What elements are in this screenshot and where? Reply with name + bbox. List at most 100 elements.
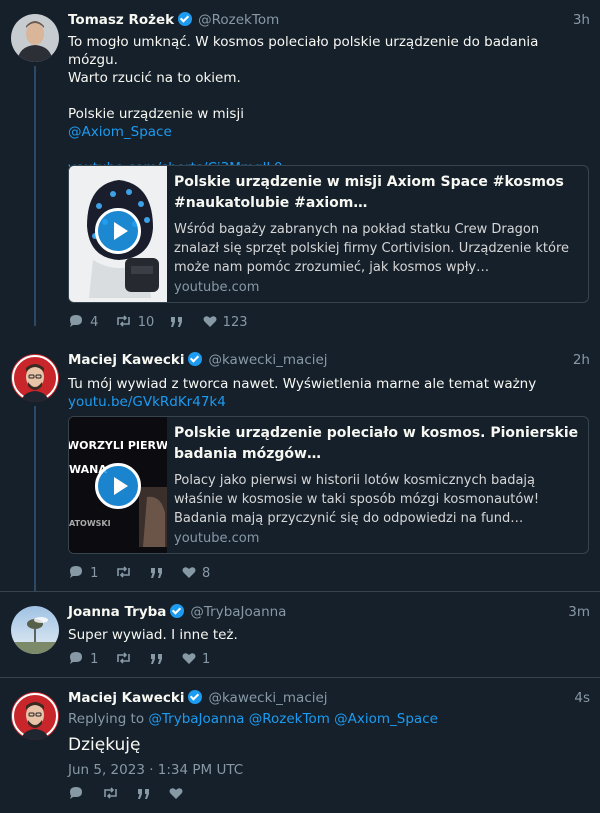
retweet-button[interactable]: 10 xyxy=(115,314,155,330)
retweet-button[interactable] xyxy=(115,651,134,667)
like-count: 1 xyxy=(201,652,211,667)
quote-icon xyxy=(171,317,183,327)
thumbnail-text: WORZYLI PIERWSZA xyxy=(69,439,167,452)
retweet-icon xyxy=(116,566,130,578)
verified-badge-icon xyxy=(178,12,193,26)
username[interactable]: @kawecki_maciej xyxy=(208,352,327,368)
reply-mention[interactable]: @Axiom_Space xyxy=(334,711,438,727)
avatar[interactable] xyxy=(11,14,59,62)
link-card[interactable]: WORZYLI PIERWSZA WANA ATOWSKI Polskie ur… xyxy=(68,416,589,554)
replying-label: Replying to xyxy=(68,711,145,727)
card-description: Wśród bagaży zabranych na pokład statku … xyxy=(174,222,570,275)
quote-button[interactable] xyxy=(150,652,166,667)
reply-button[interactable] xyxy=(68,786,86,802)
reply-icon xyxy=(70,315,82,327)
quote-icon xyxy=(150,568,162,578)
tweet-time[interactable]: 3m xyxy=(568,602,590,622)
username[interactable]: @RozekTom xyxy=(198,12,279,28)
quote-icon xyxy=(138,789,150,799)
tweet-text-line: Super wywiad. I inne też. xyxy=(68,627,238,643)
card-thumbnail: WORZYLI PIERWSZA WANA ATOWSKI xyxy=(69,417,167,553)
thread-line xyxy=(34,406,36,591)
avatar[interactable] xyxy=(11,354,59,402)
retweet-icon xyxy=(116,315,130,327)
tweet-header: Maciej Kawecki @kawecki_maciej 4s xyxy=(68,688,590,708)
tweet-header: Joanna Tryba @TrybaJoanna 3m xyxy=(68,602,590,622)
heart-icon xyxy=(182,567,196,578)
fullname[interactable]: Maciej Kawecki xyxy=(68,352,184,368)
reply-button[interactable]: 1 xyxy=(68,651,98,667)
retweet-button[interactable] xyxy=(115,565,134,581)
like-count: 123 xyxy=(222,315,248,330)
tweet-2[interactable]: Maciej Kawecki @kawecki_maciej 2h Tu mój … xyxy=(0,340,600,591)
fullname[interactable]: Maciej Kawecki xyxy=(68,690,184,706)
quote-button[interactable] xyxy=(170,315,186,330)
like-button[interactable]: 123 xyxy=(203,315,248,330)
thread-line xyxy=(34,66,36,326)
play-icon[interactable] xyxy=(95,208,141,254)
heart-icon xyxy=(169,788,183,799)
retweet-count: 10 xyxy=(137,315,155,330)
card-thumbnail xyxy=(69,166,167,302)
tweet-1[interactable]: Tomasz Rożek @RozekTom 3h To mogło umknąć… xyxy=(0,0,600,340)
heart-icon xyxy=(203,316,217,327)
tweet-3[interactable]: Joanna Tryba @TrybaJoanna 3m Super wywiad… xyxy=(0,592,600,677)
tweet-time[interactable]: 2h xyxy=(573,350,590,370)
avatar[interactable] xyxy=(11,606,59,654)
card-description: Polacy jako pierwsi w historii lotów kos… xyxy=(174,473,540,526)
fullname[interactable]: Tomasz Rożek xyxy=(68,12,174,28)
tweet-time[interactable]: 3h xyxy=(573,10,590,30)
quote-button[interactable] xyxy=(150,566,166,581)
quote-icon xyxy=(150,654,162,664)
tweet-text: To mogło umknąć. W kosmos poleciało pols… xyxy=(68,33,590,177)
tweet-text-line: Warto rzucić na to okiem. xyxy=(68,70,241,86)
link-card[interactable]: Polskie urządzenie w misji Axiom Space #… xyxy=(68,165,589,303)
card-domain: youtube.com xyxy=(174,531,260,546)
retweet-icon xyxy=(116,652,130,664)
reply-icon xyxy=(70,787,82,799)
tweet-4[interactable]: Maciej Kawecki @kawecki_maciej 4s Replyin… xyxy=(0,678,600,813)
like-button[interactable]: 8 xyxy=(182,566,210,581)
like-button[interactable] xyxy=(169,787,185,802)
reply-mention[interactable]: @RozekTom xyxy=(249,711,330,727)
username[interactable]: @TrybaJoanna xyxy=(190,604,286,620)
tweet-header: Maciej Kawecki @kawecki_maciej 2h xyxy=(68,350,590,370)
mention-link[interactable]: @Axiom_Space xyxy=(68,123,590,141)
reply-button[interactable]: 1 xyxy=(68,565,98,581)
reply-mention[interactable]: @TrybaJoanna xyxy=(148,711,244,727)
username[interactable]: @kawecki_maciej xyxy=(208,690,327,706)
reply-count: 1 xyxy=(90,652,99,667)
tweet-header: Tomasz Rożek @RozekTom 3h xyxy=(68,10,590,30)
tweet-stats: 1 8 xyxy=(68,565,222,583)
like-button[interactable]: 1 xyxy=(182,652,210,667)
reply-icon xyxy=(70,566,82,578)
tweet-text: Dziękuję xyxy=(68,733,590,757)
play-icon[interactable] xyxy=(95,463,141,509)
avatar[interactable] xyxy=(11,692,59,740)
quote-button[interactable] xyxy=(137,787,153,802)
retweet-button[interactable] xyxy=(102,786,121,802)
fullname[interactable]: Joanna Tryba xyxy=(68,604,166,620)
card-domain: youtube.com xyxy=(174,280,260,295)
verified-badge-icon xyxy=(188,690,203,704)
tweet-time[interactable]: 4s xyxy=(574,688,590,708)
url-link[interactable]: youtu.be/GVkRdKr47k4 xyxy=(68,393,590,411)
tweet-stats: 1 1 xyxy=(68,651,222,669)
card-title: Polskie urządzenie poleciało w kosmos. P… xyxy=(174,425,579,462)
reply-count: 1 xyxy=(90,566,99,581)
reply-icon xyxy=(70,652,82,664)
verified-badge-icon xyxy=(170,604,185,618)
tweet-text: Super wywiad. I inne też. xyxy=(68,626,590,644)
tweet-stats: 4 10 123 xyxy=(68,314,260,332)
tweet-actions xyxy=(68,786,197,804)
like-count: 8 xyxy=(201,566,211,581)
tweet-date[interactable]: Jun 5, 2023 · 1:34 PM UTC xyxy=(68,762,590,778)
verified-badge-icon xyxy=(188,352,203,366)
heart-icon xyxy=(182,653,196,664)
replying-to: Replying to @TrybaJoanna @RozekTom @Axio… xyxy=(68,709,590,729)
reply-button[interactable]: 4 xyxy=(68,314,98,330)
tweet-text-line: Dziękuję xyxy=(68,735,141,755)
tweet-text-line: To mogło umknąć. W kosmos poleciało pols… xyxy=(68,34,539,68)
tweet-text: Tu mój wywiad z tworca nawet. Wyświetlen… xyxy=(68,375,590,411)
thumbnail-text: ATOWSKI xyxy=(69,519,111,528)
